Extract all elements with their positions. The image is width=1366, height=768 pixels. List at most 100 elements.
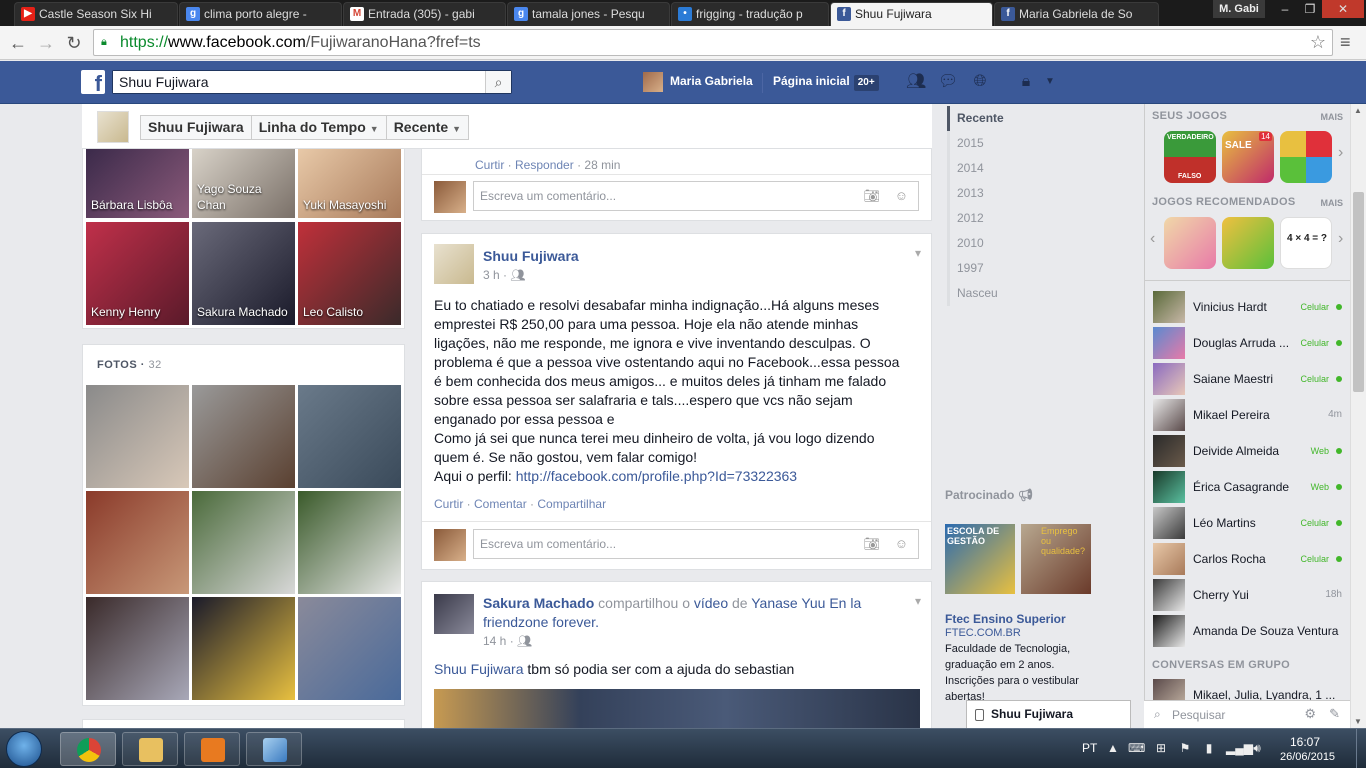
browser-tab[interactable]: ▶ Castle Season Six Hi <box>14 2 178 26</box>
profile-link[interactable]: http://facebook.com/profile.php?Id=73322… <box>516 468 797 484</box>
reply-link[interactable]: Responder <box>515 158 574 172</box>
games-more-link[interactable]: MAIS <box>1321 112 1344 122</box>
taskbar-explorer[interactable] <box>122 732 178 766</box>
keyboard-icon[interactable]: ⌨ <box>1128 741 1145 755</box>
photo-thumbnail[interactable] <box>298 597 401 700</box>
photo-thumbnail[interactable] <box>192 597 295 700</box>
gear-icon[interactable]: ⚙ <box>1304 706 1316 722</box>
year-item-recent[interactable]: Recente <box>947 106 1037 131</box>
taskbar-chrome[interactable] <box>60 732 116 766</box>
camera-icon[interactable]: 📷︎ <box>863 536 880 552</box>
browser-user-badge[interactable]: M. Gabi <box>1213 0 1265 18</box>
chat-friend[interactable]: Saiane Maestri Celular <box>1145 361 1351 397</box>
author-avatar[interactable] <box>434 244 474 284</box>
comment-input[interactable]: Escreva um comentário... 📷︎ ☺ <box>473 529 919 559</box>
close-icon[interactable]: ✕ <box>1322 0 1364 18</box>
friend-tile[interactable]: Sakura Machado <box>192 222 295 325</box>
reload-icon[interactable]: ↻ <box>63 32 85 54</box>
menu-icon[interactable]: ≡ <box>1340 32 1351 53</box>
photo-thumbnail[interactable] <box>86 491 189 594</box>
chat-friend[interactable]: Vinicius Hardt Celular <box>1145 289 1351 325</box>
browser-tab[interactable]: g clima porto alegre - <box>179 2 342 26</box>
chevron-left-icon[interactable]: ‹ <box>1150 230 1155 248</box>
settings-chevron-down-icon[interactable]: ▼ <box>1040 73 1060 91</box>
language-indicator[interactable]: PT <box>1082 729 1097 767</box>
year-item[interactable]: 2010 <box>947 231 1037 256</box>
volume-icon[interactable]: 🔊︎ <box>1250 741 1264 755</box>
comment-input[interactable]: Escreva um comentário... 📷︎ ☺ <box>473 181 919 211</box>
back-arrow-icon[interactable]: ← <box>7 32 29 54</box>
mention-link[interactable]: Shuu Fujiwara <box>434 661 524 677</box>
browser-tab[interactable]: • frigging - tradução p <box>671 2 829 26</box>
friend-tile[interactable]: Bárbara Lisbôa <box>86 149 189 218</box>
taskbar-media-player[interactable] <box>184 732 240 766</box>
photo-thumbnail[interactable] <box>86 597 189 700</box>
timeline-dropdown[interactable]: Linha do Tempo ▼ <box>252 116 387 139</box>
game-trivia-icon[interactable] <box>1280 131 1332 183</box>
chat-friend[interactable]: Deivide Almeida Web <box>1145 433 1351 469</box>
post-options-chevron-down-icon[interactable]: ▾ <box>915 594 921 608</box>
chat-friend[interactable]: Amanda De Souza Ventura <box>1145 613 1351 649</box>
browser-tab-active[interactable]: f Shuu Fujiwara <box>830 2 993 26</box>
game-math-icon[interactable]: 4 × 4 = ? <box>1280 217 1332 269</box>
chat-tab[interactable]: Shuu Fujiwara <box>966 700 1131 728</box>
friend-tile[interactable]: Yago Souza Chan <box>192 149 295 218</box>
forward-arrow-icon[interactable]: → <box>35 32 57 54</box>
like-link[interactable]: Curtir <box>475 158 504 172</box>
bookmark-star-icon[interactable]: ☆ <box>1310 32 1326 53</box>
messages-icon[interactable]: 💬︎ <box>938 73 958 91</box>
photo-thumbnail[interactable] <box>86 385 189 488</box>
year-item[interactable]: 2015 <box>947 131 1037 156</box>
user-avatar[interactable] <box>643 72 663 92</box>
emoji-icon[interactable]: ☺ <box>895 536 908 551</box>
recent-dropdown[interactable]: Recente ▼ <box>387 116 468 139</box>
scroll-down-icon[interactable]: ▼ <box>1354 717 1362 726</box>
year-item[interactable]: Nasceu <box>947 281 1037 306</box>
camera-icon[interactable]: 📷︎ <box>863 188 880 204</box>
chevron-right-icon[interactable]: › <box>1338 144 1343 162</box>
browser-tab[interactable]: g tamala jones - Pesqu <box>507 2 670 26</box>
ad-image[interactable]: Emprego ou qualidade? <box>1021 524 1091 594</box>
chat-friend[interactable]: Mikael Pereira 4m <box>1145 397 1351 433</box>
friend-requests-icon[interactable]: 👥︎ <box>906 73 926 91</box>
chat-friend[interactable]: Carlos Rocha Celular <box>1145 541 1351 577</box>
photo-thumbnail[interactable] <box>192 385 295 488</box>
post-author[interactable]: Shuu Fujiwara <box>483 248 579 264</box>
profile-link[interactable]: Maria Gabriela <box>670 61 753 104</box>
taskbar-app[interactable] <box>246 732 302 766</box>
notifications-globe-icon[interactable]: 🌐︎ <box>970 73 990 91</box>
windows-flag-icon[interactable]: ⊞ <box>1154 741 1168 755</box>
chat-search-input[interactable]: ⌕ Pesquisar ⚙ ✎ <box>1144 700 1350 728</box>
game-angry-birds-icon[interactable] <box>1222 217 1274 269</box>
tray-expand-icon[interactable]: ▲ <box>1106 741 1120 755</box>
scrollbar-thumb[interactable] <box>1353 192 1364 392</box>
like-link[interactable]: Curtir <box>434 497 463 511</box>
post-options-chevron-down-icon[interactable]: ▾ <box>915 246 921 260</box>
author-avatar[interactable] <box>434 594 474 634</box>
restore-icon[interactable]: ❐ <box>1298 0 1322 18</box>
share-link[interactable]: Compartilhar <box>537 497 606 511</box>
address-bar[interactable]: 🔒︎ https://www.facebook.com/FujiwaranoHa… <box>93 29 1333 56</box>
game-true-false-icon[interactable]: VERDADEIRO FALSO <box>1164 131 1216 183</box>
action-center-flag-icon[interactable]: ⚑ <box>1178 741 1192 755</box>
chevron-right-icon[interactable]: › <box>1338 230 1343 248</box>
year-item[interactable]: 2012 <box>947 206 1037 231</box>
game-candy-crush-icon[interactable]: SALE 14 <box>1222 131 1274 183</box>
post-time[interactable]: 3 h · 👥︎ <box>483 268 526 282</box>
photo-thumbnail[interactable] <box>298 491 401 594</box>
post-author[interactable]: Sakura Machado <box>483 595 594 611</box>
year-item[interactable]: 2014 <box>947 156 1037 181</box>
post-time[interactable]: 14 h · 👥︎ <box>483 634 532 648</box>
search-input[interactable] <box>113 71 483 93</box>
comment-link[interactable]: Comentar <box>474 497 527 511</box>
profile-thumbnail[interactable] <box>97 111 129 143</box>
signal-bars-icon[interactable]: ▂▄▆ <box>1226 741 1253 755</box>
recommended-more-link[interactable]: MAIS <box>1321 198 1344 208</box>
browser-tab[interactable]: f Maria Gabriela de So <box>994 2 1159 26</box>
year-item[interactable]: 2013 <box>947 181 1037 206</box>
page-scrollbar[interactable]: ▲ ▼ <box>1350 104 1366 728</box>
photos-title[interactable]: FOTOS · 32 <box>97 359 162 371</box>
chat-friend[interactable]: Érica Casagrande Web <box>1145 469 1351 505</box>
video-thumbnail[interactable] <box>434 689 920 729</box>
privacy-lock-icon[interactable]: 🔒︎ <box>1016 73 1036 91</box>
